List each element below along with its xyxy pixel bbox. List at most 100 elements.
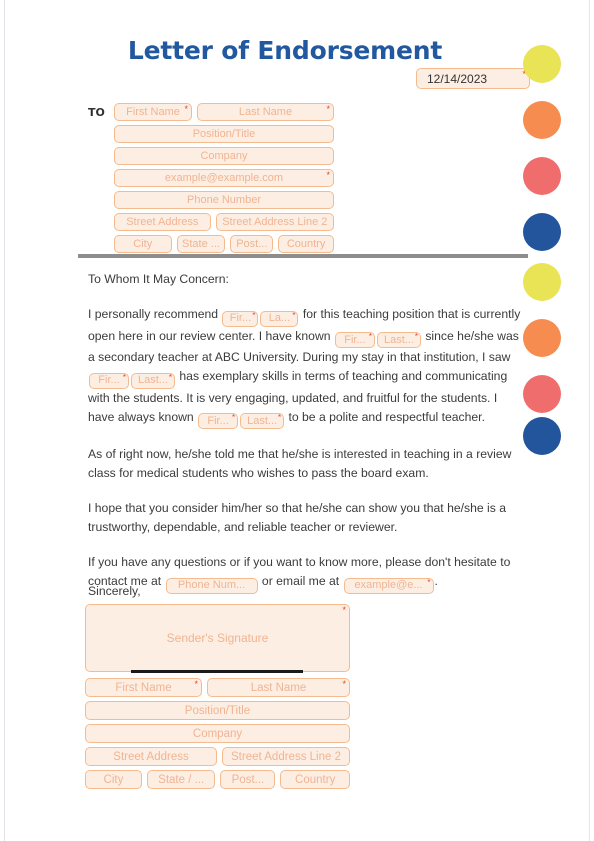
recipient-phone-input[interactable]: Phone Number [114,191,334,209]
field-placeholder: Street Address Line 2 [222,216,328,228]
decorative-dot-3 [523,157,561,195]
field-placeholder: Post... [236,238,268,250]
field-placeholder: Fir... [207,414,229,427]
field-placeholder: City [103,773,124,786]
sender-last-name-input[interactable]: Last Name * [207,678,350,697]
inline-last-name-input-3[interactable]: Last... * [131,372,175,389]
decorative-dot-7 [523,375,561,413]
p4-text-2: or email me at [258,574,343,588]
inline-first-name-input-4[interactable]: Fir... * [198,413,239,429]
p1-text-5: to be a polite and respectful teacher. [285,409,485,424]
field-placeholder: Position/Title [184,704,251,717]
field-placeholder: Phone Number [187,194,261,206]
recipient-street-address-input[interactable]: Street Address [114,213,211,231]
field-placeholder: Last... [138,374,168,386]
field-placeholder: La... [268,312,291,324]
decorative-dot-5 [523,263,561,301]
sender-postal-input[interactable]: Post... [220,770,276,789]
required-star-icon: * [122,372,126,382]
inline-last-name-input-4[interactable]: Last... * [240,413,285,429]
sender-form: First Name * Last Name * Position/Title … [85,678,350,793]
sender-street-row: Street Address Street Address Line 2 [85,747,350,766]
field-placeholder: Country [295,773,336,786]
letter-page: Letter of Endorsement 12/14/2023 * TO Fi… [4,0,590,841]
signature-baseline [131,670,303,673]
field-placeholder: State / ... [158,773,205,786]
field-placeholder: Last Name [250,681,307,694]
required-star-icon: * [326,104,330,114]
field-placeholder: Last... [247,414,278,427]
p1-text-1: I personally recommend [88,307,222,321]
recipient-last-name-input[interactable]: Last Name * [197,103,334,121]
recipient-postal-input[interactable]: Post... [230,235,274,253]
required-star-icon: * [277,413,282,422]
recipient-company-row: Company [114,147,334,165]
recipient-city-input[interactable]: City [114,235,172,253]
recipient-city-row: City State ... Post... Country [114,235,334,253]
recipient-position-input[interactable]: Position/Title [114,125,334,143]
to-label: TO [88,106,105,119]
field-placeholder: First Name [115,681,172,694]
sender-country-input[interactable]: Country [280,770,350,789]
date-field[interactable]: 12/14/2023 * [416,68,530,89]
recipient-form: First Name * Last Name * Position/Title … [114,103,334,257]
recipient-name-row: First Name * Last Name * [114,103,334,121]
inline-first-name-input-2[interactable]: Fir... * [334,332,375,348]
field-placeholder: Last... [383,333,414,346]
sender-city-input[interactable]: City [85,770,142,789]
field-placeholder: Position/Title [192,128,256,140]
sender-company-input[interactable]: Company [85,724,350,743]
recipient-email-row: example@example.com * [114,169,334,187]
field-placeholder: Street Address [126,216,199,228]
sender-state-input[interactable]: State / ... [146,770,216,789]
recipient-phone-row: Phone Number [114,191,334,209]
field-placeholder: First Name [126,106,180,118]
sincerely-text: Sincerely, [88,584,141,598]
inline-email-input[interactable]: example@e... * [343,577,434,594]
inline-phone-input[interactable]: Phone Num... [165,577,258,594]
decorative-dot-8 [523,417,561,455]
inline-first-name-input-3[interactable]: Fir... * [89,372,129,389]
sender-street-address-input[interactable]: Street Address [85,747,217,766]
sender-position-row: Position/Title [85,701,350,720]
required-star-icon: * [184,104,188,114]
signature-placeholder: Sender's Signature [166,631,269,645]
sender-street-address-2-input[interactable]: Street Address Line 2 [222,747,350,766]
field-placeholder: Last Name [238,106,293,118]
field-placeholder: Country [286,238,326,250]
paragraph-4: If you have any questions or if you want… [88,553,524,594]
sender-company-row: Company [85,724,350,743]
recipient-email-input[interactable]: example@example.com * [114,169,334,187]
field-placeholder: example@example.com [164,172,284,184]
recipient-state-input[interactable]: State ... [176,235,226,253]
inline-first-name-input-1[interactable]: Fir... * [222,310,259,327]
field-placeholder: Street Address [113,750,189,763]
recipient-country-input[interactable]: Country [278,235,334,253]
section-divider [78,254,528,258]
signature-pad[interactable]: Sender's Signature * [85,604,350,672]
field-placeholder: example@e... [354,579,423,591]
recipient-company-input[interactable]: Company [114,147,334,165]
required-star-icon: * [368,332,372,341]
required-star-icon: * [252,310,256,320]
required-star-icon: * [342,679,346,689]
p4-text-3: . [434,574,438,588]
inline-last-name-input-1[interactable]: La... * [260,310,299,327]
inline-last-name-input-2[interactable]: Last... * [376,332,421,348]
required-star-icon: * [168,372,172,382]
decorative-dot-1 [523,45,561,83]
required-star-icon: * [427,577,431,587]
sender-position-input[interactable]: Position/Title [85,701,350,720]
field-placeholder: Post... [231,773,265,786]
required-star-icon: * [194,679,198,689]
field-placeholder: Fir... [98,374,120,386]
salutation: To Whom It May Concern: [88,272,229,286]
letter-body: To Whom It May Concern: I personally rec… [88,270,524,610]
field-placeholder: Company [200,150,248,162]
recipient-street-address-2-input[interactable]: Street Address Line 2 [215,213,334,231]
sender-first-name-input[interactable]: First Name * [85,678,202,697]
page-title: Letter of Endorsement [127,36,443,65]
recipient-first-name-input[interactable]: First Name * [114,103,192,121]
field-placeholder: Phone Num... [177,579,246,591]
required-star-icon: * [326,170,330,180]
